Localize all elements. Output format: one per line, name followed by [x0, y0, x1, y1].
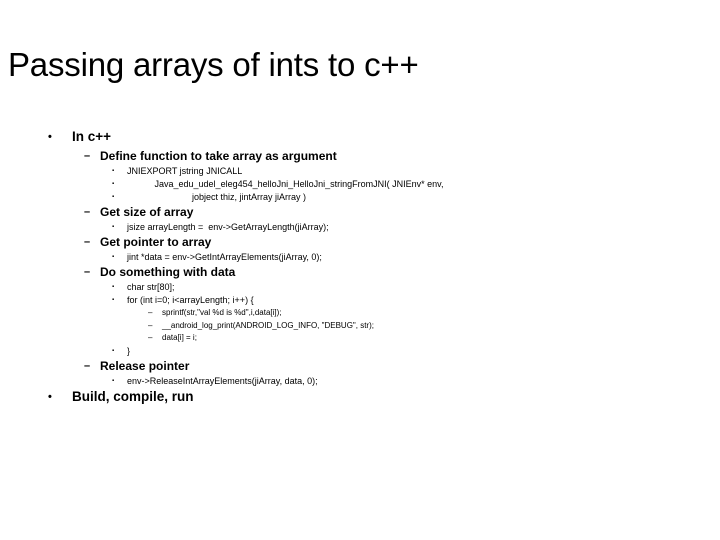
outline-item-text: }: [127, 345, 131, 356]
outline-item-text: jint *data = env->GetIntArrayElements(ji…: [127, 252, 322, 262]
outline-item-level-4: – sprintf(str,"val %d is %d",i,data[i]);: [0, 307, 720, 320]
outline-item-level-2: – Get size of array: [0, 204, 720, 221]
outline-item-level-3: ▪ char str[80];: [0, 281, 720, 294]
bullet-marker-icon: ▪: [112, 377, 115, 384]
outline-item-level-3: ▪ for (int i=0; i<arrayLength; i++) {: [0, 294, 720, 307]
outline-item-text: __android_log_print(ANDROID_LOG_INFO, "D…: [162, 320, 374, 330]
bullet-marker-icon: ▪: [112, 254, 115, 260]
outline-item-level-3: ▪ jint *data = env->GetIntArrayElements(j…: [0, 251, 720, 264]
bullet-marker-icon: –: [84, 359, 91, 372]
bullet-marker-icon: –: [84, 206, 91, 218]
outline-item-text: In c++: [72, 129, 112, 144]
outline-item-level-3: ▪ env->ReleaseIntArrayElements(jiArray, d…: [0, 375, 720, 388]
outline-item-level-2: – Release pointer: [0, 358, 720, 375]
outline-item-text: Build, compile, run: [72, 388, 194, 404]
outline-item-text: data[i] = i;: [162, 333, 197, 342]
bullet-marker-icon: ▪: [112, 194, 115, 200]
outline-item-level-1: • In c++: [0, 128, 720, 146]
outline-item-level-2: – Define function to take array as argume…: [0, 148, 720, 165]
outline-item-text: Get size of array: [100, 205, 194, 219]
outline-item-text: sprintf(str,"val %d is %d",i,data[i]);: [162, 308, 282, 317]
outline-item-level-4: – data[i] = i;: [0, 332, 720, 345]
bullet-marker-icon: ▪: [112, 284, 115, 290]
outline-item-text: env->ReleaseIntArrayElements(jiArray, da…: [127, 375, 318, 386]
outline-item-text: jobject thiz, jintArray jiArray ): [127, 192, 307, 202]
outline-item-text: Release pointer: [100, 358, 190, 373]
bullet-marker-icon: ▪: [112, 297, 115, 303]
bullet-marker-icon: –: [148, 308, 153, 317]
bullet-marker-icon: •: [48, 131, 52, 143]
bullet-marker-icon: •: [48, 390, 52, 403]
outline-body: • In c++ – Define function to take array as…: [0, 128, 720, 408]
outline-item-level-1: • Build, compile, run: [0, 388, 720, 406]
bullet-marker-icon: ▪: [112, 347, 115, 354]
page-title: Passing arrays of ints to c++: [8, 46, 419, 83]
bullet-marker-icon: –: [148, 320, 153, 330]
bullet-marker-icon: –: [84, 266, 91, 278]
bullet-marker-icon: ▪: [112, 224, 115, 230]
outline-item-text: Java_edu_udel_eleg454_helloJni_HelloJni_…: [127, 179, 444, 189]
bullet-marker-icon: ▪: [112, 168, 115, 174]
outline-item-text: Define function to take array as argumen…: [100, 149, 337, 163]
outline-item-level-3: ▪}: [0, 345, 720, 358]
outline-item-level-2: – Get pointer to array: [0, 234, 720, 251]
outline-item-level-3: ▪ jsize arrayLength = env->GetArrayLength…: [0, 221, 720, 234]
bullet-marker-icon: –: [148, 333, 153, 342]
outline-item-level-4: – __android_log_print(ANDROID_LOG_INFO, "…: [0, 320, 720, 333]
outline-item-text: Get pointer to array: [100, 235, 212, 249]
outline-item-text: char str[80];: [127, 282, 175, 292]
outline-item-text: Do something with data: [100, 265, 236, 279]
bullet-marker-icon: –: [84, 150, 91, 162]
bullet-marker-icon: –: [84, 236, 91, 248]
outline-item-text: JNIEXPORT jstring JNICALL: [127, 166, 243, 176]
outline-item-level-3: ▪ jobject thiz, jintArray jiArray ): [0, 191, 720, 204]
bullet-marker-icon: ▪: [112, 181, 115, 187]
outline-item-level-3: ▪ Java_edu_udel_eleg454_helloJni_HelloJn…: [0, 178, 720, 191]
outline-item-text: jsize arrayLength = env->GetArrayLength(…: [127, 222, 329, 232]
slide: Passing arrays of ints to c++ • In c++ – De…: [0, 0, 720, 540]
outline-item-text: for (int i=0; i<arrayLength; i++) {: [127, 295, 254, 305]
outline-item-level-2: – Do something with data: [0, 264, 720, 281]
outline-item-level-3: ▪ JNIEXPORT jstring JNICALL: [0, 165, 720, 178]
